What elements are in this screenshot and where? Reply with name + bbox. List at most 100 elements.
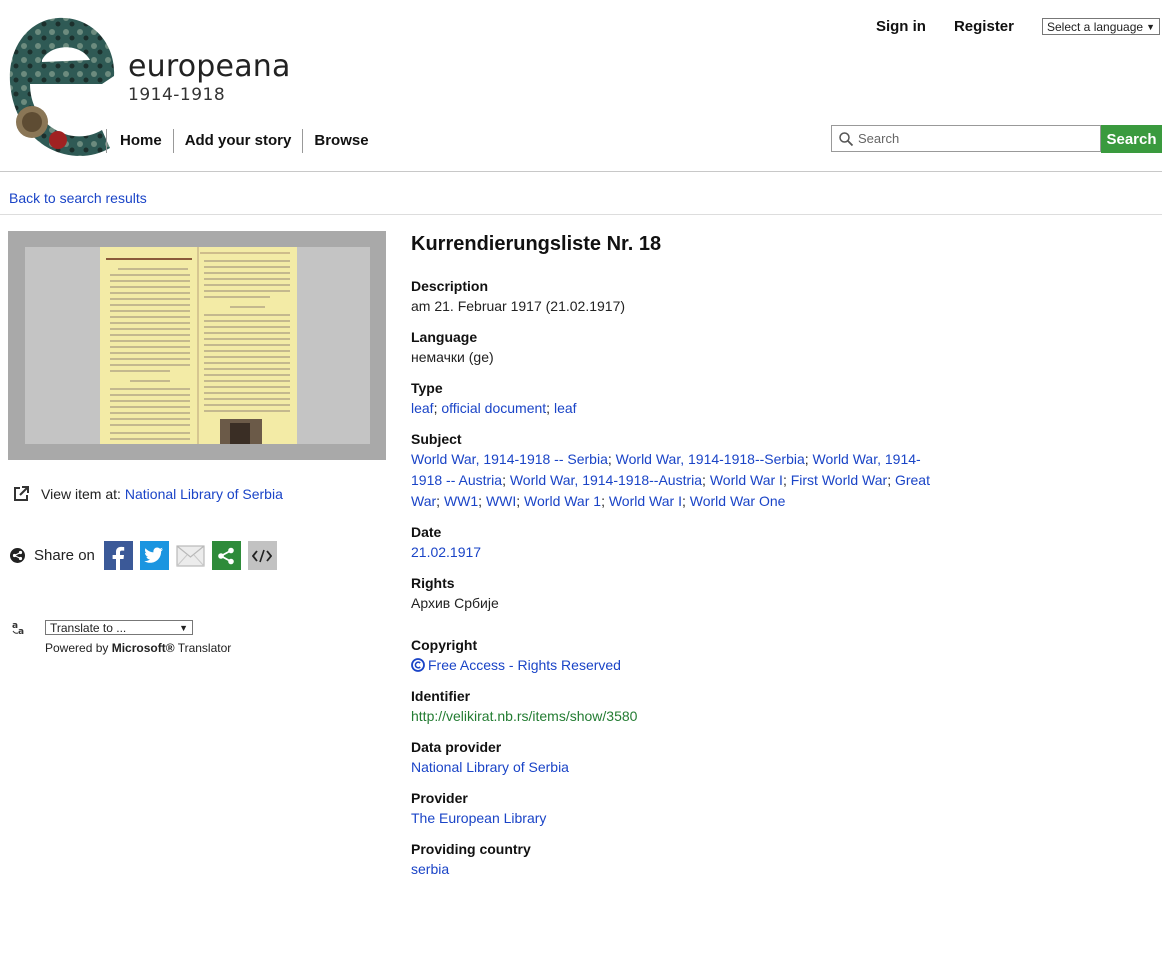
translate-select-value: Translate to ... [50,620,127,635]
external-link-icon [14,486,29,501]
providing-country-link[interactable]: serbia [411,861,449,877]
field-label: Rights [411,575,455,591]
separator: ; [601,493,609,509]
field-language: Language немачки (ge) [411,327,971,368]
subject-link[interactable]: First World War [791,472,887,488]
nav-browse[interactable]: Browse [302,129,379,153]
subject-link[interactable]: World War I [609,493,682,509]
subject-link[interactable]: World War 1 [524,493,601,509]
search-box[interactable] [831,125,1101,152]
facebook-icon [112,546,125,570]
share-green-icon [218,547,235,564]
subject-link[interactable]: WWI [486,493,516,509]
field-identifier: Identifier http://velikirat.nb.rs/items/… [411,686,971,727]
date-link[interactable]: 21.02.1917 [411,544,481,560]
subject-values: World War, 1914-1918 -- Serbia; World Wa… [411,449,941,512]
rights-value: Архив Србије [411,595,499,611]
facebook-share-button[interactable] [103,541,133,570]
field-date: Date 21.02.1917 [411,522,971,563]
translate-icon: a a [12,621,24,637]
separator: ; [478,493,486,509]
type-link[interactable]: leaf [411,400,434,416]
description-value: am 21. Februar 1917 (21.02.1917) [411,298,626,314]
item-image-viewer[interactable] [8,231,386,460]
field-label: Type [411,380,443,396]
type-link[interactable]: leaf [554,400,577,416]
share-icon [10,548,25,563]
chevron-down-icon: ▼ [179,622,188,633]
field-label: Language [411,329,478,345]
identifier-link[interactable]: http://velikirat.nb.rs/items/show/3580 [411,708,637,724]
search-icon [839,131,854,146]
share-more-button[interactable] [211,541,241,570]
logo-subtitle: 1914-1918 [128,85,226,105]
embed-code-icon [252,549,273,562]
separator: ; [681,493,690,509]
copyright-link[interactable]: Free Access - Rights Reserved [411,657,621,673]
sign-in-link[interactable]: Sign in [876,18,926,35]
account-links: Sign in Register Select a language ▼ [876,18,1162,35]
register-link[interactable]: Register [954,18,1014,35]
view-item-label: View item at: [41,485,121,502]
subject-link[interactable]: World War, 1914-1918 -- Serbia [411,451,608,467]
field-description: Description am 21. Februar 1917 (21.02.1… [411,276,971,317]
copyright-icon [411,658,425,672]
subject-link[interactable]: World War, 1914-1918--Austria [510,472,702,488]
separator: ; [782,472,791,488]
powered-by: Powered by Microsoft® Translator [45,641,231,655]
field-rights: Rights Архив Србије [411,573,971,614]
field-subject: Subject World War, 1914-1918 -- Serbia; … [411,429,971,512]
translate-select[interactable]: Translate to ... ▼ [45,620,193,635]
subject-link[interactable]: World War One [690,493,786,509]
field-type: Type leaf; official document; leaf [411,378,971,419]
subject-link[interactable]: WW1 [444,493,478,509]
document-scan-image [100,247,297,444]
data-provider-link[interactable]: National Library of Serbia [411,759,569,775]
item-thumbnail[interactable] [100,247,297,444]
search-button[interactable]: Search [1101,125,1162,153]
email-share-button[interactable] [176,541,205,570]
twitter-share-button[interactable] [139,541,169,570]
header-divider [0,171,1162,172]
field-label: Copyright [411,637,478,653]
search-input[interactable] [858,131,1088,146]
field-label: Identifier [411,688,471,704]
embed-button[interactable] [247,541,277,570]
nav-home[interactable]: Home [106,129,173,153]
translate-widget: a a Translate to ... ▼ Powered by Micros… [12,619,231,655]
field-copyright: Copyright Free Access - Rights Reserved [411,635,971,676]
powered-suffix: Translator [177,641,232,655]
share-row: Share on [10,541,277,570]
field-label: Description [411,278,489,294]
field-label: Date [411,524,442,540]
back-to-results-link[interactable]: Back to search results [9,190,147,206]
chevron-down-icon: ▼ [1146,21,1155,32]
field-label: Provider [411,790,468,806]
powered-prefix: Powered by [45,641,109,655]
separator: ; [546,400,554,416]
twitter-icon [144,547,164,563]
view-item-link[interactable]: National Library of Serbia [125,486,283,502]
view-item-row: View item at: National Library of Serbia [13,485,283,502]
content-divider [0,214,1162,215]
separator: ; [502,472,510,488]
type-link[interactable]: official document [441,400,546,416]
main-nav: Home Add your story Browse [106,128,380,154]
share-label: Share on [34,547,95,564]
language-select-value: Select a language [1047,19,1144,34]
field-label: Providing country [411,841,531,857]
subject-link[interactable]: World War, 1914-1918--Serbia [616,451,805,467]
provider-link[interactable]: The European Library [411,810,546,826]
nav-add-your-story[interactable]: Add your story [172,129,303,153]
separator: ; [702,472,710,488]
separator: ; [887,472,895,488]
separator: ; [804,451,813,467]
language-select[interactable]: Select a language ▼ [1042,18,1160,35]
subject-link[interactable]: World War I [710,472,783,488]
field-data-provider: Data provider National Library of Serbia [411,737,971,778]
logo-text[interactable]: europeana 1914-1918 [128,52,291,106]
language-value: немачки (ge) [411,349,494,365]
field-label: Data provider [411,739,502,755]
copyright-text: Free Access - Rights Reserved [428,657,621,673]
separator: ; [607,451,616,467]
